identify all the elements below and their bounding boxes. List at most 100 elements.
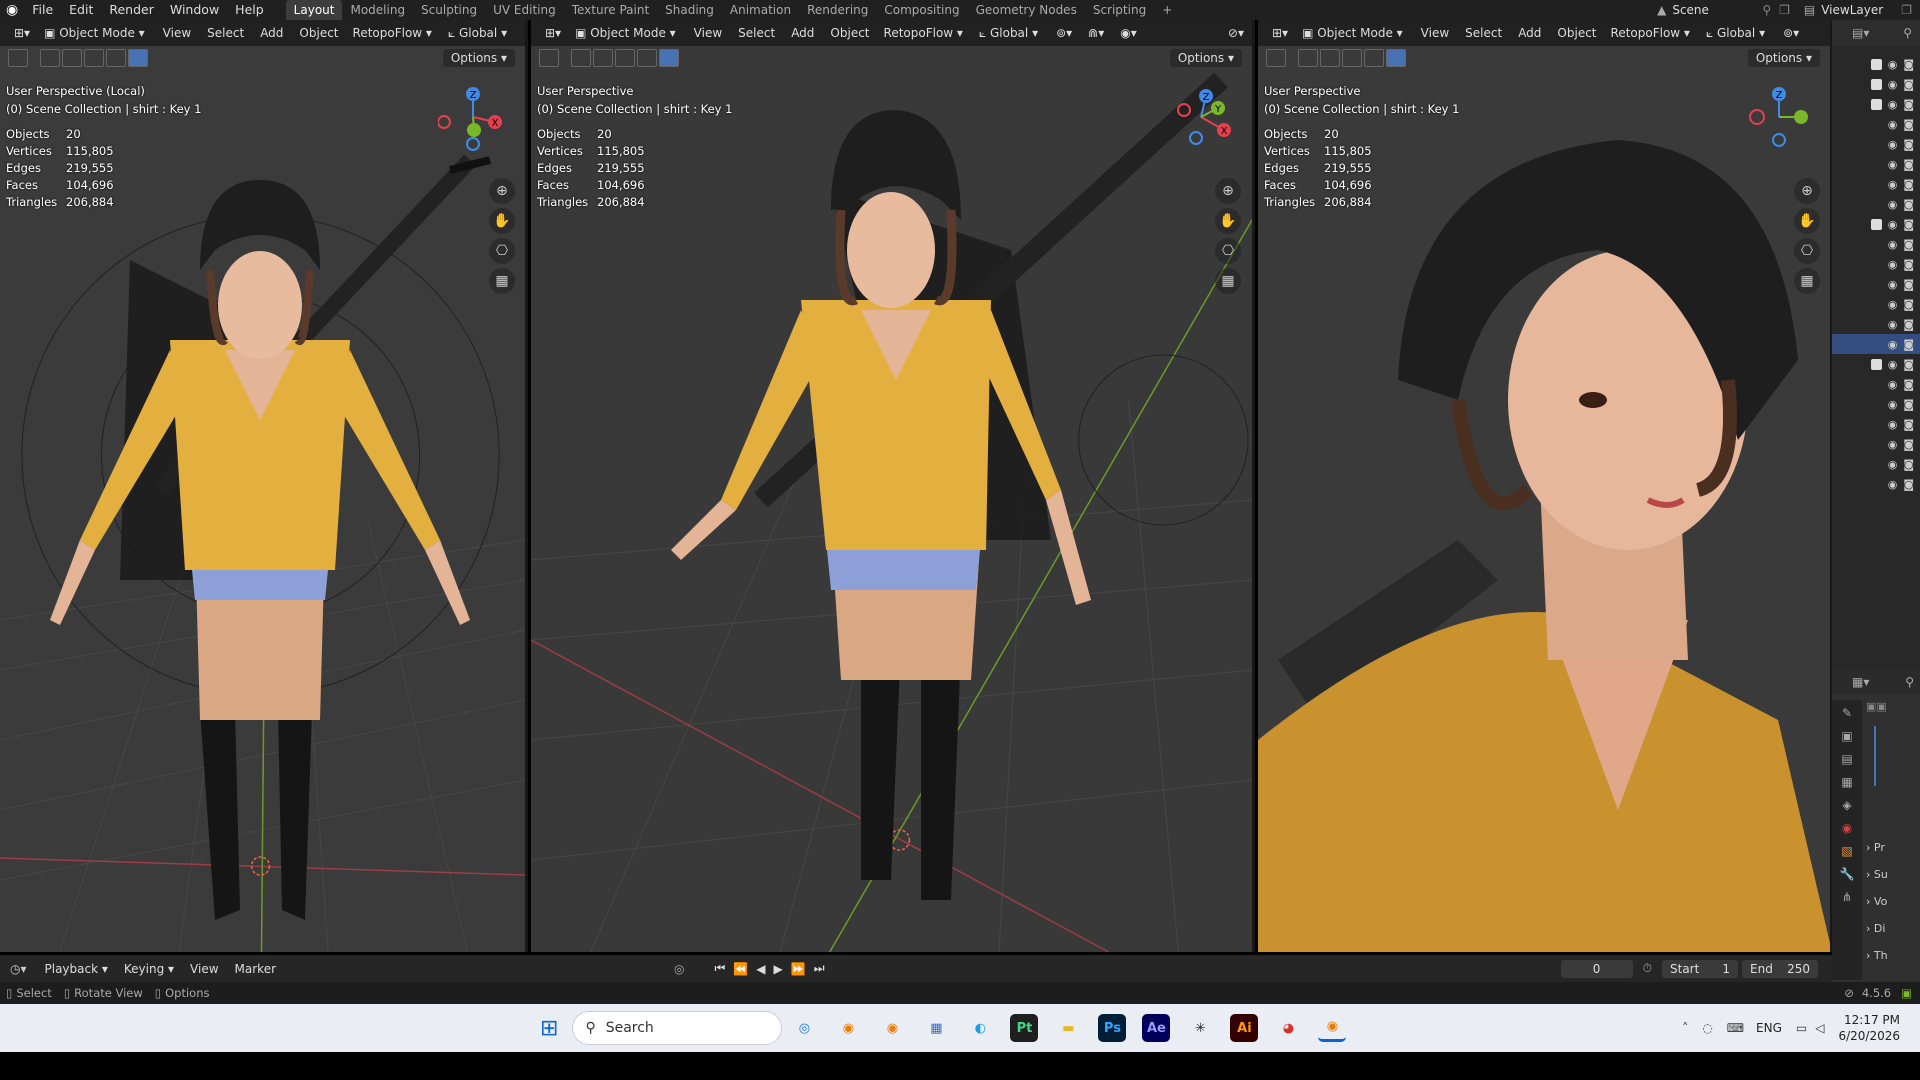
eye-icon[interactable]: ◉ (1888, 178, 1898, 191)
camera-icon[interactable]: ◙ (1903, 178, 1914, 191)
viewport-middle[interactable]: ⊞▾ ▣ Object Mode ▾ View Select Add Objec… (531, 20, 1255, 952)
pin-icon[interactable]: ⚲ (1762, 3, 1771, 17)
taskbar-app-pt[interactable]: Pt (1010, 1014, 1039, 1042)
camera-icon[interactable]: ◙ (1903, 78, 1914, 91)
outliner-row[interactable]: ◉ ◙ (1832, 374, 1920, 394)
menu-view[interactable]: View (686, 23, 730, 43)
checkbox-icon[interactable] (1871, 399, 1882, 410)
timeline-editor-icon[interactable]: ◷▾ (0, 962, 37, 976)
select-intersect-icon[interactable] (128, 49, 148, 67)
outliner-row[interactable]: ◉ ◙ (1832, 134, 1920, 154)
select-subtract-icon[interactable] (84, 49, 104, 67)
windows-start-icon[interactable]: ⊞ (540, 1016, 558, 1041)
eye-icon[interactable]: ◉ (1888, 398, 1898, 411)
menu-add[interactable]: Add (252, 23, 291, 43)
navigation-gizmo[interactable]: Z X Y (1166, 82, 1236, 152)
checkbox-icon[interactable] (1871, 179, 1882, 190)
menu-object[interactable]: Object (1549, 23, 1604, 43)
play-reverse-icon[interactable]: ◀ (756, 962, 765, 976)
checkbox-icon[interactable] (1871, 279, 1882, 290)
menu-timeline-view[interactable]: View (182, 962, 226, 976)
checkbox-icon[interactable] (1871, 379, 1882, 390)
panel-di[interactable]: › Di (1866, 915, 1920, 942)
eye-icon[interactable]: ◉ (1888, 278, 1898, 291)
outliner-row[interactable]: ◉ ◙ (1832, 314, 1920, 334)
camera-icon[interactable]: ◙ (1903, 418, 1914, 431)
select-extend-icon[interactable] (62, 49, 82, 67)
checkbox-icon[interactable] (1870, 358, 1882, 370)
auto-keying-icon[interactable]: ◎ (674, 962, 684, 976)
select-new-icon[interactable] (1298, 49, 1318, 67)
perspective-grid-icon[interactable]: ▦ (1215, 268, 1241, 294)
proportional-edit-icon[interactable]: ◉▾ (1112, 23, 1145, 43)
eye-icon[interactable]: ◉ (1888, 58, 1898, 71)
world-tab-icon[interactable]: ◉ (1842, 821, 1852, 835)
options-button[interactable]: Options ▾ (442, 49, 515, 67)
eye-icon[interactable]: ◉ (1888, 338, 1898, 351)
camera-icon[interactable]: ◙ (1903, 318, 1914, 331)
eye-icon[interactable]: ◉ (1888, 138, 1898, 151)
select-extend-icon[interactable] (1320, 49, 1340, 67)
camera-icon[interactable]: ◙ (1903, 358, 1914, 371)
outliner-row[interactable]: ◉ ◙ (1832, 114, 1920, 134)
snap-icon[interactable]: ⋒▾ (1080, 23, 1112, 43)
camera-view-icon[interactable]: ⎔ (489, 238, 515, 264)
outliner-row[interactable]: ◉ ◙ (1832, 234, 1920, 254)
menu-render[interactable]: Render (101, 0, 162, 20)
outliner-row[interactable]: ◉ ◙ (1832, 154, 1920, 174)
scene-tab-icon[interactable]: ◈ (1842, 798, 1851, 812)
checkbox-icon[interactable] (1870, 218, 1882, 230)
viewport-left[interactable]: ⊞▾ ▣ Object Mode ▾ View Select Add Objec… (0, 20, 528, 952)
panel-su[interactable]: › Su (1866, 861, 1920, 888)
volume-icon[interactable]: ◁ (1815, 1021, 1824, 1035)
select-invert-icon[interactable] (1364, 49, 1384, 67)
camera-view-icon[interactable]: ⎔ (1215, 238, 1241, 264)
menu-select[interactable]: Select (730, 23, 783, 43)
outliner-row[interactable]: ◉ ◙ (1832, 434, 1920, 454)
outliner-row[interactable]: ◉ ◙ (1832, 274, 1920, 294)
menu-add[interactable]: Add (783, 23, 822, 43)
tray-chevron-icon[interactable]: ˄ (1682, 1021, 1688, 1035)
overlays-icon[interactable]: ⊘▾ (1220, 23, 1252, 43)
menu-add[interactable]: Add (1510, 23, 1549, 43)
jump-end-icon[interactable]: ⏭ (814, 961, 825, 976)
camera-icon[interactable]: ◙ (1903, 138, 1914, 151)
select-tool-icon[interactable] (1266, 49, 1286, 67)
view-layer-tab-icon[interactable]: ▦ (1841, 775, 1852, 789)
new-scene-icon[interactable]: ❐ (1779, 3, 1790, 17)
tab-modeling[interactable]: Modeling (342, 0, 413, 20)
scene-selector[interactable]: Scene (1672, 3, 1762, 17)
retopoflow-dropdown[interactable]: RetopoFlow ▾ (347, 23, 438, 43)
eye-icon[interactable]: ◉ (1888, 298, 1898, 311)
keyboard-icon[interactable]: ⌨ (1727, 1021, 1744, 1035)
end-frame-field[interactable]: End 250 (1742, 959, 1818, 978)
properties-panel[interactable]: ▦▾ ⚲ ✎ ▣ ▤ ▦ ◈ ◉ ▧ 🔧 ⋔ ▣▣ › Pr › Su › Vo… (1832, 670, 1920, 982)
camera-icon[interactable]: ◙ (1903, 438, 1914, 451)
menu-window[interactable]: Window (162, 0, 227, 20)
select-tool-icon[interactable] (8, 49, 28, 67)
camera-icon[interactable]: ◙ (1903, 58, 1914, 71)
options-button[interactable]: Options ▾ (1747, 49, 1820, 67)
edge-icon[interactable]: ◐ (966, 1014, 994, 1042)
outliner-row[interactable]: ◉ ◙ (1832, 454, 1920, 474)
copilot-icon[interactable]: ◎ (790, 1014, 818, 1042)
eye-icon[interactable]: ◉ (1888, 438, 1898, 451)
outliner-row[interactable]: ◉ ◙ (1832, 174, 1920, 194)
menu-select[interactable]: Select (1457, 23, 1510, 43)
select-invert-icon[interactable] (106, 49, 126, 67)
editor-type-icon[interactable]: ⊞▾ (537, 23, 569, 43)
outliner-row[interactable]: ◉ ◙ (1832, 294, 1920, 314)
menu-view[interactable]: View (155, 23, 199, 43)
tab-animation[interactable]: Animation (722, 0, 799, 20)
monitor-icon[interactable]: ▭ (1796, 1021, 1807, 1035)
tab-shading[interactable]: Shading (657, 0, 722, 20)
clock[interactable]: 12:17 PM 6/20/2026 (1838, 1012, 1900, 1044)
editor-type-icon[interactable]: ⊞▾ (1264, 23, 1296, 43)
checkbox-icon[interactable] (1870, 98, 1882, 110)
camera-icon[interactable]: ◙ (1903, 278, 1914, 291)
play-icon[interactable]: ▶ (774, 962, 783, 976)
current-frame-field[interactable]: 0 (1560, 959, 1633, 978)
properties-editor-icon[interactable]: ▦▾ (1852, 675, 1869, 689)
menu-object[interactable]: Object (291, 23, 346, 43)
tab-rendering[interactable]: Rendering (799, 0, 876, 20)
